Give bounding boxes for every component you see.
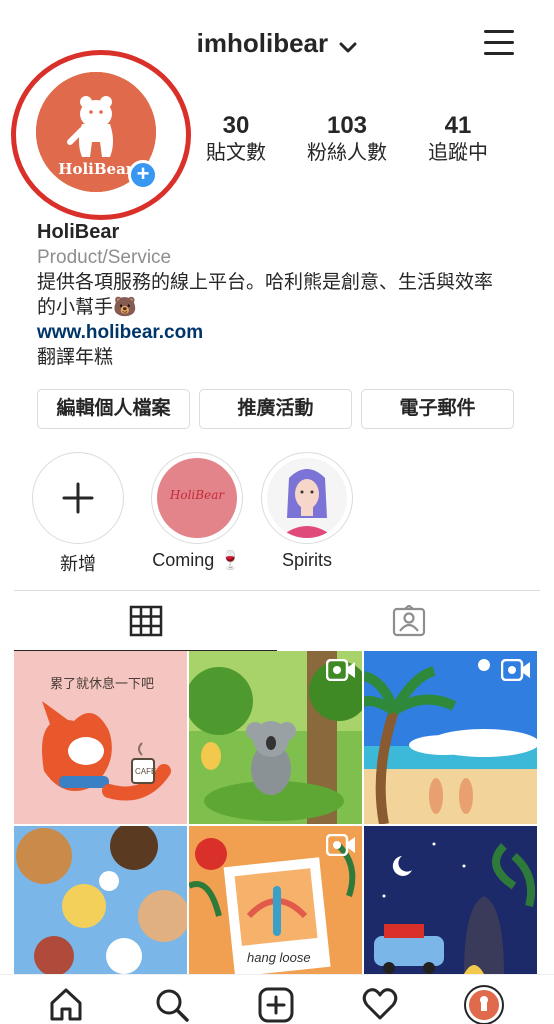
profile-category: Product/Service [37,247,172,268]
promotions-button[interactable]: 推廣活動 [199,389,352,429]
highlight-new-label: 新增 [60,554,96,574]
stat-following-count: 41 [444,112,472,139]
email-button[interactable]: 電子郵件 [361,389,514,429]
stat-followers-count: 103 [326,112,368,139]
bottom-nav [0,974,554,1024]
highlight-coming-circle[interactable]: HoliBear [151,452,243,544]
chevron-down-icon[interactable] [339,30,357,61]
stat-followers[interactable]: 103 粉絲人數 [287,112,407,166]
post-thumbnail[interactable] [364,651,537,824]
highlight-coming[interactable]: HoliBear Coming 🍷 [145,452,249,571]
bio-text-line2: 的小幫手🐻 [37,297,137,318]
home-icon[interactable] [48,987,88,1023]
highlight-coming-cover-text: HoliBear [169,488,225,502]
menu-icon[interactable] [484,30,514,56]
stat-posts[interactable]: 30 貼文數 [176,112,296,166]
highlight-new-circle[interactable] [32,452,124,544]
new-post-icon[interactable] [258,987,298,1023]
tagged-person-icon [392,605,425,637]
video-icon [326,659,355,681]
profile-tabs [14,590,540,651]
translate-link[interactable]: 翻譯年糕 [37,345,537,370]
profile-bio: HoliBear Product/Service 提供各項服務的線上平台。哈利熊… [37,220,537,370]
video-icon [501,659,530,681]
highlight-spirits-label: Spirits [281,550,332,570]
post-thumbnail[interactable]: hang loose [189,826,362,974]
edit-profile-button[interactable]: 編輯個人檔案 [37,389,190,429]
search-icon[interactable] [154,987,194,1023]
post-thumbnail[interactable]: 累了就休息一下吧 CAFE [14,651,187,824]
plus-icon [62,482,94,514]
tab-tagged[interactable] [277,591,540,651]
post-caption-art-text: hang loose [247,950,311,965]
tab-grid[interactable] [14,591,277,651]
username[interactable]: imholibear [197,28,328,58]
stat-following-label: 追蹤中 [428,142,488,164]
add-story-plus-icon[interactable]: + [128,160,158,190]
stat-following[interactable]: 41 追蹤中 [398,112,518,166]
post-thumbnail[interactable] [364,826,537,974]
activity-heart-icon[interactable] [362,987,402,1023]
website-link[interactable]: www.holibear.com [37,320,537,345]
stat-posts-label: 貼文數 [206,142,266,164]
posts-grid: 累了就休息一下吧 CAFE hang loose [14,651,540,974]
highlight-coming-label: Coming 🍷 [152,550,242,570]
highlight-new[interactable]: 新增 [32,452,124,576]
profile-avatar-icon[interactable] [464,985,504,1024]
grid-icon [129,605,162,637]
stat-posts-count: 30 [222,112,250,139]
highlight-coming-cover: HoliBear [157,458,237,538]
post-caption-art-text: 累了就休息一下吧 [50,676,155,691]
video-icon [326,834,355,856]
highlight-spirits-circle[interactable] [261,452,353,544]
highlight-spirits[interactable]: Spirits [261,452,353,571]
post-cup-text: CAFE [135,767,157,776]
bio-text-line1: 提供各項服務的線上平台。哈利熊是創意、生活與效率 [37,272,494,293]
stat-followers-label: 粉絲人數 [307,142,387,164]
post-thumbnail[interactable] [189,651,362,824]
highlight-spirits-cover [267,458,347,538]
profile-name: HoliBear [37,221,120,243]
post-thumbnail[interactable] [14,826,187,974]
